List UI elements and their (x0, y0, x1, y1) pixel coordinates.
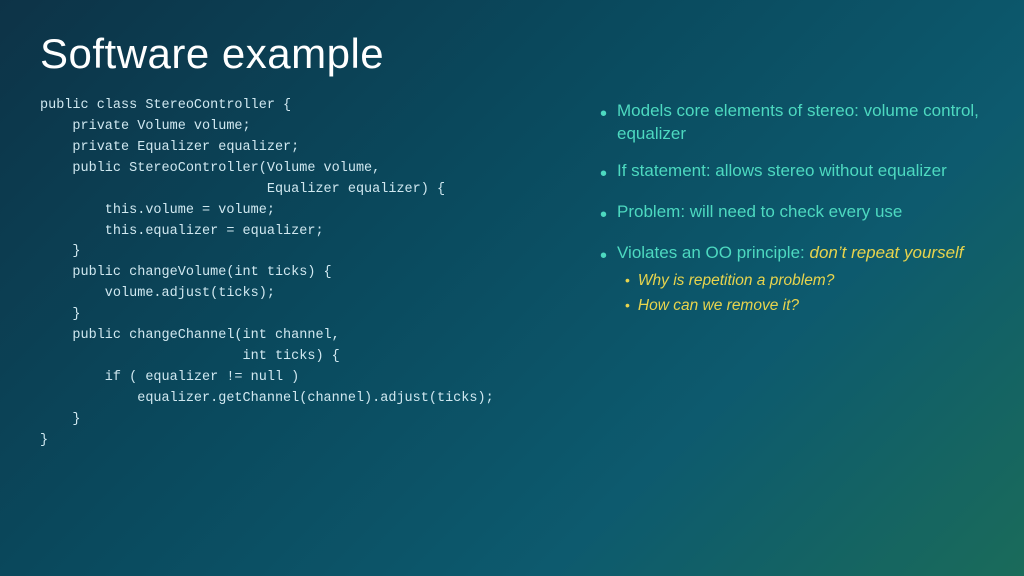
bullet-text-1: Models core elements of stereo: volume c… (617, 100, 984, 146)
content-area: public class StereoController { private … (40, 96, 984, 546)
bullet-text-4-main: Violates an OO principle: don’t repeat y… (617, 243, 964, 262)
bullet-dot-2: • (600, 161, 607, 187)
sub-bullet-text-1: Why is repetition a problem? (638, 271, 834, 292)
bullet-text-3: Problem: will need to check every use (617, 201, 902, 224)
bullet-dot-1: • (600, 101, 607, 127)
slide: Software example public class StereoCont… (0, 0, 1024, 576)
sub-bullets-container: • Why is repetition a problem? • How can… (617, 271, 964, 317)
sub-bullet-item-2: • How can we remove it? (617, 296, 964, 317)
bullet-item-4: • Violates an OO principle: don’t repeat… (600, 242, 984, 317)
slide-title: Software example (40, 30, 984, 78)
bullets-panel: • Models core elements of stereo: volume… (600, 96, 984, 546)
sub-bullet-dot-1: • (625, 271, 630, 291)
sub-bullet-dot-2: • (625, 296, 630, 316)
sub-bullet-text-2: How can we remove it? (638, 296, 799, 317)
bullet-text-4-italic: don’t repeat yourself (809, 243, 963, 262)
bullet-dot-4: • (600, 243, 607, 269)
bullet-dot-3: • (600, 202, 607, 228)
sub-bullet-item-1: • Why is repetition a problem? (617, 271, 964, 292)
bullet-item-2: • If statement: allows stereo without eq… (600, 160, 984, 187)
bullet-item-3: • Problem: will need to check every use (600, 201, 984, 228)
code-block: public class StereoController { private … (40, 96, 580, 546)
bullet-item-1: • Models core elements of stereo: volume… (600, 100, 984, 146)
bullet-text-2: If statement: allows stereo without equa… (617, 160, 947, 183)
bullet-content-4: Violates an OO principle: don’t repeat y… (617, 242, 964, 317)
